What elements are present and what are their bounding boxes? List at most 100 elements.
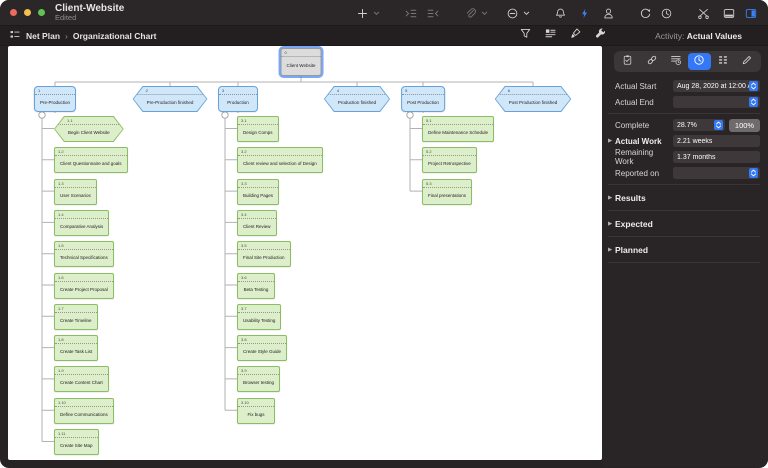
tab-info[interactable] xyxy=(616,53,639,70)
remaining-work-field[interactable]: 1.37 months xyxy=(673,151,760,163)
task-node-1.6[interactable]: 1.6 Create Project Proposal xyxy=(54,272,114,299)
phase-node-5[interactable]: 5 Post Production xyxy=(401,86,445,112)
wrench-icon[interactable] xyxy=(594,27,607,45)
complete-100-button[interactable]: 100% xyxy=(729,118,760,132)
task-node-5.2[interactable]: 5.2 Project Retrospective xyxy=(422,147,477,174)
stepper-control[interactable] xyxy=(749,81,758,91)
task-node-3.2[interactable]: 3.2 Client review and selection of Design xyxy=(237,147,323,174)
node-label: Project Retrospective xyxy=(428,161,471,167)
node-number: 0 xyxy=(281,49,321,57)
disclosure-triangle-icon: ▶ xyxy=(608,194,613,201)
task-node-1.1[interactable]: 1.1 Begin Client Website xyxy=(54,116,124,142)
bolt-icon[interactable] xyxy=(577,3,592,23)
align-list-icon[interactable] xyxy=(544,27,557,45)
node-label: Client Review xyxy=(243,223,271,229)
task-node-3.5[interactable]: 3.5 Final Site Production xyxy=(237,241,291,268)
task-node-1.3[interactable]: 1.3 User Scenarios xyxy=(54,178,97,205)
task-node-3.7[interactable]: 3.7 Usability Testing xyxy=(237,303,282,330)
indent-button[interactable] xyxy=(402,3,420,23)
task-node-1.4[interactable]: 1.4 Comparative Analysis xyxy=(54,209,110,236)
section-expected[interactable]: ▶ Expected xyxy=(608,215,760,232)
chevron-down-icon[interactable] xyxy=(371,3,382,23)
field-row-actual-start: Actual Start Aug 28, 2020 at 12:00 AM xyxy=(608,79,760,93)
outdent-button[interactable] xyxy=(424,3,442,23)
section-label: Expected xyxy=(615,218,653,229)
tab-planned-list[interactable] xyxy=(664,53,687,70)
disclosure-triangle-icon[interactable]: ▶ xyxy=(608,138,615,144)
tab-columns[interactable] xyxy=(712,53,735,70)
zoom-button[interactable] xyxy=(38,9,45,16)
tab-style[interactable] xyxy=(736,53,759,70)
node-number: 1.3 xyxy=(55,180,96,188)
tab-links[interactable] xyxy=(640,53,663,70)
section-results[interactable]: ▶ Results xyxy=(608,189,760,206)
chevron-down-icon[interactable] xyxy=(521,3,532,23)
circle-minus-icon[interactable] xyxy=(504,3,521,23)
person-icon[interactable] xyxy=(600,3,617,23)
phase-node-6[interactable]: 6 Post Production finished xyxy=(495,86,572,112)
columns-icon xyxy=(717,53,729,71)
task-node-1.9[interactable]: 1.9 Create Content Chart xyxy=(54,366,109,393)
node-label: Final Site Production xyxy=(243,255,285,261)
phase-node-3[interactable]: 3 Production xyxy=(218,86,258,112)
chart-canvas[interactable]: 0 Client Website 1 Pre-Production 2 Pre-Produ… xyxy=(8,46,602,460)
task-node-5.1[interactable]: 5.1 Define Maintenance Schedule xyxy=(422,116,495,142)
node-number: 3.8 xyxy=(238,336,287,345)
task-node-1.8[interactable]: 1.8 Create Task List xyxy=(54,335,99,362)
task-node-3.10[interactable]: 3.10 Fix bugs xyxy=(237,397,275,424)
close-button[interactable] xyxy=(10,9,17,16)
clock-icon[interactable] xyxy=(658,3,675,23)
summary-node-0[interactable]: 0 Client Website xyxy=(280,48,322,76)
task-node-3.9[interactable]: 3.9 Browser testing xyxy=(237,366,281,393)
task-node-1.7[interactable]: 1.7 Create Timeline xyxy=(54,303,98,330)
field-label: Complete xyxy=(615,120,650,130)
divider xyxy=(608,236,760,237)
tab-actual-values[interactable] xyxy=(687,53,711,70)
node-number: 3.6 xyxy=(238,274,274,282)
stepper-control[interactable] xyxy=(749,97,758,107)
canvas-frame: 0 Client Website 1 Pre-Production 2 Pre-Produ… xyxy=(0,46,602,467)
bell-icon[interactable] xyxy=(552,3,569,23)
task-node-1.11[interactable]: 1.11 Create Site Map xyxy=(54,429,99,455)
panel-right-icon[interactable] xyxy=(742,3,760,23)
task-node-3.6[interactable]: 3.6 Beta Testing xyxy=(237,272,275,299)
task-node-3.4[interactable]: 3.4 Client Review xyxy=(237,209,277,236)
sync-icon[interactable] xyxy=(637,3,654,23)
task-node-3.3[interactable]: 3.3 Building Pages xyxy=(237,178,280,205)
task-node-1.5[interactable]: 1.5 Technical Specifications xyxy=(54,241,114,268)
task-node-1.10[interactable]: 1.10 Define Communications xyxy=(54,397,114,424)
actual-start-field[interactable]: Aug 28, 2020 at 12:00 AM xyxy=(673,80,760,92)
stepper-control[interactable] xyxy=(714,120,723,130)
paperclip-icon[interactable] xyxy=(462,3,479,23)
actual-end-field[interactable] xyxy=(673,96,760,108)
clipboard-check-icon xyxy=(622,53,633,71)
inspector-tabs xyxy=(614,51,761,72)
field-label: Actual Work xyxy=(615,136,662,146)
add-button[interactable] xyxy=(354,3,371,23)
brush-icon[interactable] xyxy=(569,27,582,45)
task-node-3.8[interactable]: 3.8 Create Style Guide xyxy=(237,335,288,362)
node-number: 3.2 xyxy=(238,148,322,157)
reported-on-field[interactable] xyxy=(673,167,760,179)
scissors-icon[interactable] xyxy=(695,3,712,23)
complete-value: 28.7% xyxy=(677,121,697,129)
phase-node-4[interactable]: 4 Production finished xyxy=(324,86,390,112)
breadcrumb-view[interactable]: Net Plan xyxy=(26,31,60,41)
task-node-1.2[interactable]: 1.2 Client Questionnaire and goals xyxy=(54,147,128,174)
minimize-button[interactable] xyxy=(24,9,31,16)
actual-work-value: 2.21 weeks xyxy=(677,137,713,145)
phase-node-1[interactable]: 1 Pre-Production xyxy=(33,86,77,112)
section-planned[interactable]: ▶ Planned xyxy=(608,241,760,258)
task-node-3.1[interactable]: 3.1 Design Comps xyxy=(237,116,279,142)
panel-bottom-icon[interactable] xyxy=(720,3,738,23)
actual-work-field[interactable]: 2.21 weeks xyxy=(673,135,760,147)
node-number: 6 xyxy=(496,87,571,95)
breadcrumb-subview[interactable]: Organizational Chart xyxy=(73,31,157,41)
phase-node-2[interactable]: 2 Pre-Production finished xyxy=(133,86,208,112)
filter-icon[interactable] xyxy=(519,27,532,45)
stepper-control[interactable] xyxy=(749,168,758,178)
node-label: Post Production xyxy=(407,100,439,105)
task-node-5.3[interactable]: 5.3 Final presentations xyxy=(422,178,473,205)
complete-field[interactable]: 28.7% xyxy=(673,119,725,131)
chevron-down-icon[interactable] xyxy=(479,3,490,23)
